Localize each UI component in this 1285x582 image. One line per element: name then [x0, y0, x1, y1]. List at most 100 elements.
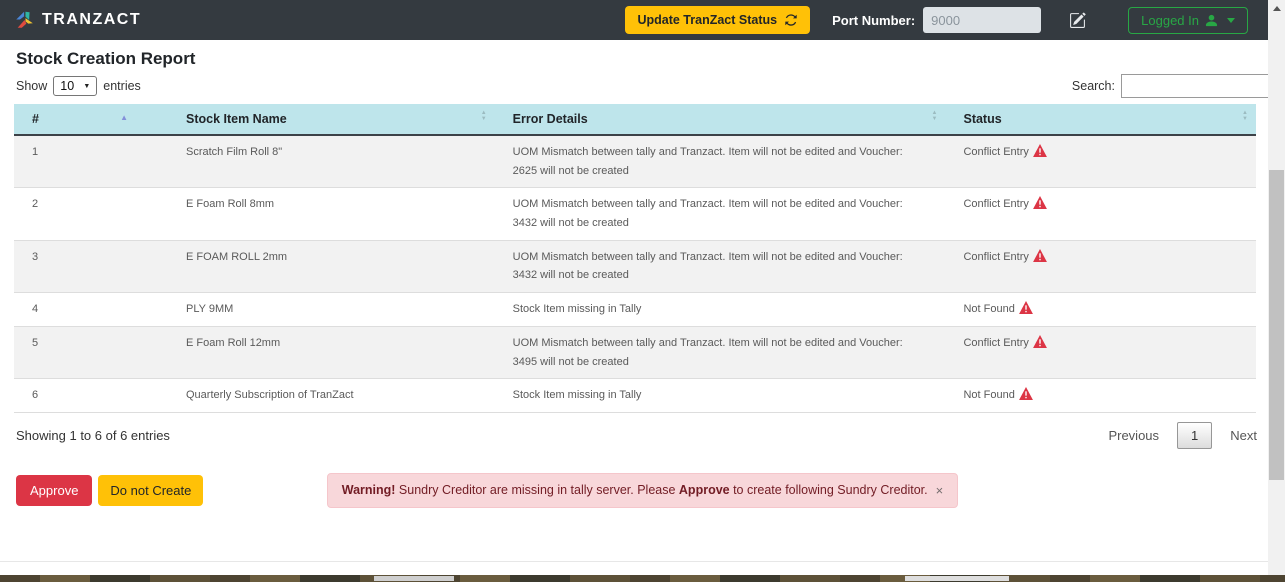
row-status-label: Conflict Entry — [963, 146, 1029, 158]
entries-info: Showing 1 to 6 of 6 entries — [16, 427, 170, 443]
row-error: Stock Item missing in Tally — [494, 292, 946, 327]
stock-search-input[interactable] — [1121, 74, 1273, 98]
row-name: PLY 9MM — [168, 292, 495, 327]
do-not-create-button[interactable]: Do not Create — [98, 474, 204, 506]
pagination: Previous 1 Next — [1100, 421, 1265, 449]
approve-button[interactable]: Approve — [16, 474, 93, 506]
column-header-num[interactable]: # ▲ — [14, 104, 168, 136]
scrollbar-thumb[interactable] — [1269, 170, 1284, 480]
entries-label: entries — [103, 79, 141, 93]
row-name: Quarterly Subscription of TranZact — [168, 378, 495, 413]
warning-triangle-icon — [1032, 248, 1047, 262]
sort-icon: ▲ ▼ — [480, 110, 487, 122]
row-num: 2 — [14, 187, 168, 241]
table-row: 4 PLY 9MM Stock Item missing in Tally No… — [14, 292, 1256, 327]
sort-icon: ▲ ▼ — [1242, 110, 1248, 122]
row-name: Scratch Film Roll 8" — [168, 135, 495, 189]
row-error: UOM Mismatch between tally and Tranzact.… — [494, 187, 946, 241]
scrollbar-up-button[interactable] — [1268, 0, 1285, 16]
row-status: Conflict Entry — [945, 135, 1256, 189]
person-icon — [1205, 14, 1218, 26]
column-header-status[interactable]: Status ▲ ▼ — [945, 104, 1256, 136]
stock-report-table: # ▲ Stock Item Name ▲ ▼ Error Details ▲ ▼ … — [14, 104, 1256, 413]
column-header-stock-item[interactable]: Stock Item Name ▲ ▼ — [168, 104, 495, 136]
alert-warning-word: Warning! — [341, 483, 396, 498]
page-size-select[interactable]: 10 ▼ — [53, 76, 98, 96]
stock-table-footer: Showing 1 to 6 of 6 entries Previous 1 N… — [0, 413, 1285, 449]
alert-approve-word: Approve — [678, 483, 730, 498]
warning-triangle-icon — [1032, 144, 1047, 157]
row-num: 3 — [14, 240, 168, 294]
row-error: UOM Mismatch between tally and Tranzact.… — [494, 240, 946, 294]
row-name: E Foam Roll 12mm — [168, 326, 495, 380]
show-entries-control: Show 10 ▼ entries — [16, 76, 141, 96]
scroll-up-arrow-icon — [1272, 5, 1281, 11]
port-number-label: Port Number: — [832, 12, 916, 28]
row-error: Stock Item missing in Tally — [494, 378, 946, 413]
row-status-label: Not Found — [963, 389, 1015, 402]
table-row: 1 Scratch Film Roll 8" UOM Mismatch betw… — [14, 135, 1256, 189]
row-status: Not Found — [945, 378, 1256, 413]
actions-area: Approve Do not Create Warning! Sundry Cr… — [0, 472, 1285, 547]
alert-text-1: Sundry Creditor are missing in tally ser… — [395, 483, 679, 498]
alert-text-2: to create following Sundry Creditor. — [729, 483, 928, 498]
row-num: 4 — [14, 292, 168, 327]
stock-table-body: 1 Scratch Film Roll 8" UOM Mismatch betw… — [14, 135, 1256, 413]
sort-ascending-icon: ▲ — [120, 113, 128, 122]
show-label: Show — [16, 79, 48, 93]
column-label-num: # — [32, 112, 39, 126]
row-status: Conflict Entry — [945, 240, 1256, 294]
row-num: 6 — [14, 378, 168, 413]
vertical-scrollbar[interactable] — [1268, 0, 1285, 582]
desktop-background-strip — [0, 575, 1285, 582]
column-header-error-details[interactable]: Error Details ▲ ▼ — [494, 104, 946, 136]
column-label-status: Status — [963, 112, 1002, 126]
warning-alert: Warning! Sundry Creditor are missing in … — [326, 472, 959, 508]
next-page-button[interactable]: Next — [1222, 423, 1265, 448]
warning-triangle-icon — [1018, 301, 1033, 315]
row-num: 1 — [14, 135, 168, 189]
previous-page-button[interactable]: Previous — [1100, 423, 1167, 448]
warning-triangle-icon — [1032, 196, 1047, 210]
row-status: Not Found — [945, 292, 1256, 327]
row-num: 5 — [14, 326, 168, 380]
edit-port-icon[interactable] — [1069, 12, 1086, 29]
row-error: UOM Mismatch between tally and Tranzact.… — [494, 326, 946, 380]
stock-search-control: Search: — [1072, 74, 1273, 98]
brand-logo[interactable]: TRANZACT — [14, 9, 141, 31]
caret-down-icon — [1227, 17, 1235, 23]
warning-triangle-icon — [1018, 387, 1033, 401]
table-header-row: # ▲ Stock Item Name ▲ ▼ Error Details ▲ ▼ … — [14, 104, 1256, 136]
row-status-label: Conflict Entry — [963, 250, 1029, 263]
warning-triangle-icon — [1032, 334, 1047, 348]
row-status: Conflict Entry — [945, 326, 1256, 380]
row-name: E FOAM ROLL 2mm — [168, 240, 495, 294]
logged-in-button[interactable]: Logged In — [1128, 6, 1248, 34]
search-label: Search: — [1071, 79, 1115, 93]
select-caret-icon: ▼ — [83, 82, 91, 90]
row-status-label: Conflict Entry — [963, 336, 1029, 349]
table-row: 3 E FOAM ROLL 2mm UOM Mismatch between t… — [14, 240, 1256, 294]
update-tranzact-status-button[interactable]: Update TranZact Status — [625, 6, 811, 34]
logged-in-label: Logged In — [1141, 12, 1199, 28]
main-content: Stock Creation Report Show 10 ▼ entries … — [0, 0, 1285, 582]
row-error: UOM Mismatch between tally and Tranzact.… — [494, 135, 946, 189]
table-row: 6 Quarterly Subscription of TranZact Sto… — [14, 378, 1256, 413]
stock-report-title: Stock Creation Report — [16, 49, 196, 68]
alert-close-icon[interactable]: × — [936, 483, 944, 498]
column-label-error-details: Error Details — [512, 112, 588, 126]
column-label-stock-item: Stock Item Name — [186, 112, 287, 126]
current-page-button[interactable]: 1 — [1177, 421, 1213, 449]
background-window-fragment — [374, 576, 454, 581]
background-window-fragment — [905, 576, 1009, 581]
table-row: 2 E Foam Roll 8mm UOM Mismatch between t… — [14, 187, 1256, 241]
row-status: Conflict Entry — [945, 187, 1256, 241]
port-number-input[interactable] — [923, 7, 1042, 33]
navbar-right-group: Update TranZact Status Port Number: Logg… — [625, 6, 1254, 34]
top-navbar: TRANZACT Update TranZact Status Port Num… — [0, 0, 1268, 40]
page-size-value: 10 — [60, 79, 75, 93]
row-status-label: Conflict Entry — [963, 198, 1029, 211]
refresh-icon — [785, 14, 797, 26]
app-page: TRANZACT Update TranZact Status Port Num… — [0, 0, 1285, 582]
tranzact-logo-icon — [16, 11, 33, 28]
